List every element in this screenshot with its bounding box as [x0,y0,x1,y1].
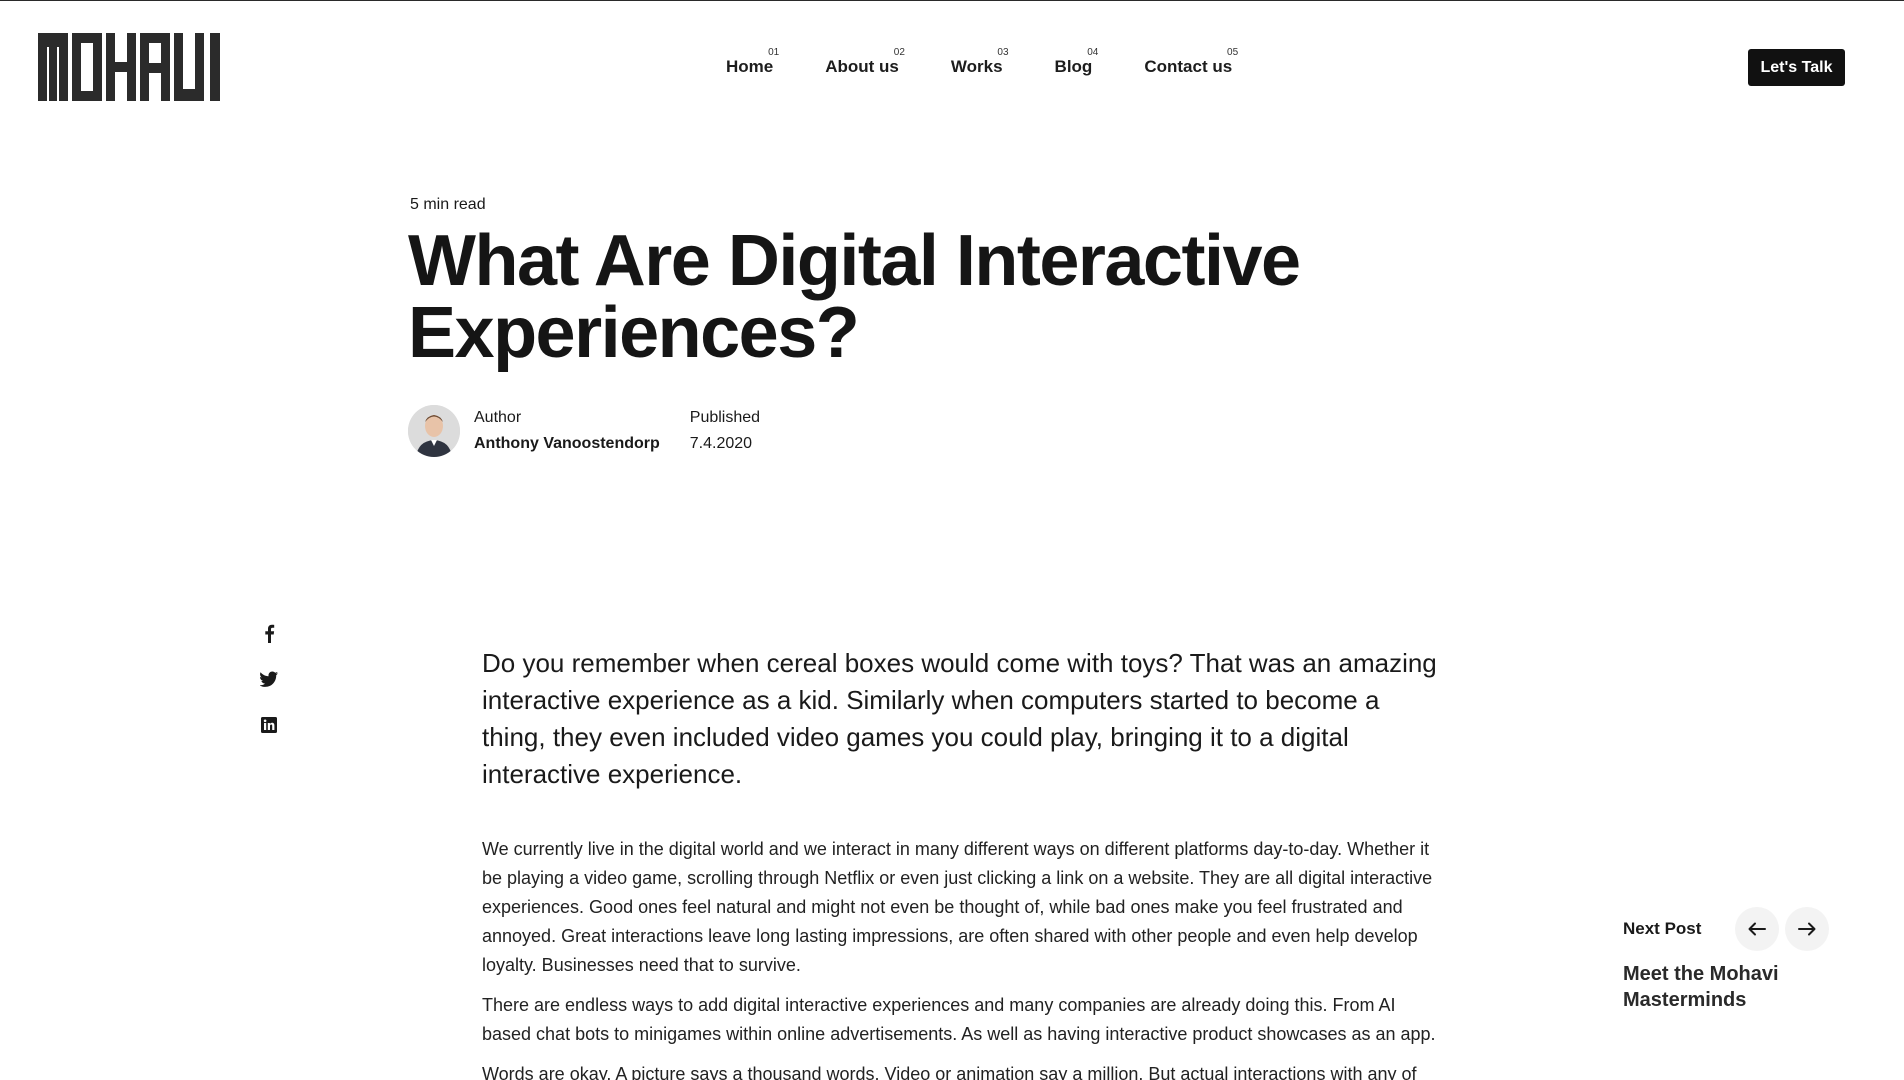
author-name[interactable]: Anthony Vanoostendorp [474,434,660,454]
nav-label: Contact us [1144,57,1233,76]
nav-label: Blog [1054,57,1093,76]
nav-item-home[interactable]: Home 01 [700,47,799,87]
article-title: What Are Digital Interactive Experiences… [408,225,1308,369]
page: Home 01 About us 02 Works 03 Blog 04 Con… [0,0,1904,1080]
mohavi-logo[interactable] [38,31,238,103]
arrow-left-icon [1748,922,1767,936]
nav-number: 02 [893,47,905,58]
next-post-widget: Next Post Meet the Mohavi Masterminds [1623,907,1883,1013]
facebook-glyph [264,624,274,643]
nav-number: 05 [1227,47,1239,58]
nav-item-blog[interactable]: Blog 04 [1029,47,1119,87]
read-time: 5 min read [410,196,486,213]
main-nav: Home 01 About us 02 Works 03 Blog 04 Con… [700,47,1258,87]
linkedin-glyph [261,717,277,733]
nav-number: 03 [997,47,1009,58]
nav-item-works[interactable]: Works 03 [925,47,1029,87]
nav-label: Home [726,57,774,76]
logo-wordmark [38,33,220,101]
author-avatar [408,405,460,457]
lets-talk-button[interactable]: Let's Talk [1748,49,1845,86]
site-header: Home 01 About us 02 Works 03 Blog 04 Con… [0,1,1904,121]
twitter-icon[interactable] [260,669,278,689]
published-label: Published [689,409,761,426]
previous-post-button[interactable] [1735,907,1780,951]
article-meta: Author Anthony Vanoostendorp Published 7… [408,405,790,457]
body-paragraph: Words are okay. A picture says a thousan… [482,1064,1417,1080]
next-post-title[interactable]: Meet the Mohavi Masterminds [1623,961,1843,1013]
share-bar [260,623,278,735]
nav-label: Works [950,57,1003,76]
nav-number: 04 [1087,47,1099,58]
avatar-portrait [408,405,460,457]
nav-item-about[interactable]: About us 02 [799,47,925,87]
published-date: 7.4.2020 [689,435,753,452]
facebook-icon[interactable] [260,623,278,643]
nav-item-contact[interactable]: Contact us 05 [1118,47,1258,87]
body-paragraph: We currently live in the digital world a… [482,839,1433,975]
title-line-2: Experiences? [408,293,860,373]
next-post-label: Next Post [1623,919,1702,938]
next-post-button[interactable] [1785,907,1830,951]
body-paragraph: There are endless ways to add digital in… [482,995,1436,1044]
linkedin-icon[interactable] [260,715,278,735]
article-body: We currently live in the digital world a… [482,835,1442,1080]
twitter-glyph [260,671,278,687]
article-lead: Do you remember when cereal boxes would … [482,648,1437,789]
nav-label: About us [825,57,899,76]
title-line-1: What Are Digital Interactive [408,221,1301,301]
arrow-right-icon [1798,922,1816,936]
next-post-header: Next Post [1623,907,1883,951]
published-block: Published 7.4.2020 [690,408,760,454]
author-label: Author [474,409,522,426]
nav-number: 01 [768,47,780,58]
author-block: Author Anthony Vanoostendorp [474,408,660,454]
